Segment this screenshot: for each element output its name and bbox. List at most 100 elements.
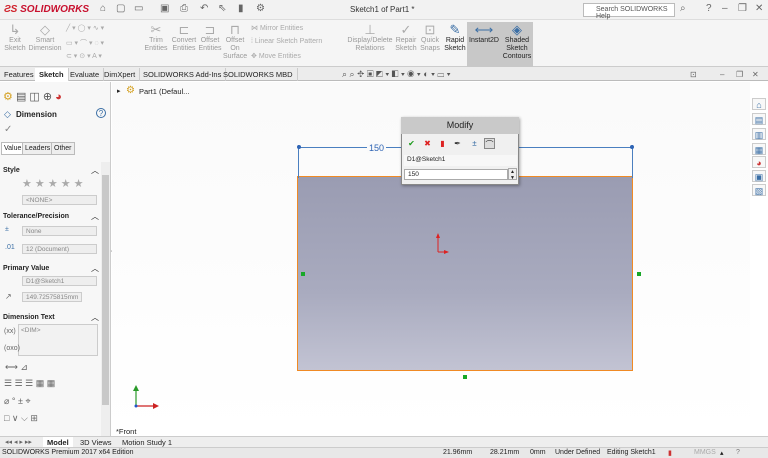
modify-value-input[interactable]: 150	[404, 169, 508, 180]
line-tool-icon[interactable]: ╱ ▾ ◯ ▾ ∿ ▾	[66, 24, 104, 32]
panel-scroll-thumb[interactable]	[102, 175, 109, 405]
solidworks-logo[interactable]: ƧS SOLIDWORKS	[4, 4, 89, 15]
instant2d-button[interactable]: ⟷ Instant2D	[467, 22, 501, 67]
taskpane-appearances-icon[interactable]: ◕	[752, 156, 766, 168]
tab-features[interactable]: Features	[0, 68, 39, 81]
subtab-value[interactable]: Value	[1, 142, 25, 155]
taskpane-home-icon[interactable]: ⌂	[752, 98, 766, 110]
tree-expand-icon[interactable]: ▸	[117, 87, 121, 95]
cancel-x-icon[interactable]: ✖	[422, 138, 433, 149]
rebuild-icon[interactable]: ▮	[238, 3, 244, 14]
home-icon[interactable]: ⌂	[100, 3, 106, 14]
taskpane-resources-icon[interactable]: ▤	[752, 113, 766, 125]
oxo-icon[interactable]: (oxo)	[4, 345, 20, 352]
rebuild-status-icon[interactable]: ▮	[668, 449, 672, 457]
smart-dimension-icon: ◇	[40, 22, 50, 37]
midpoint-handle-right[interactable]	[637, 272, 641, 276]
rectangle-tool-icon[interactable]: ▭ ▾ ⌒ ▾ ◌ ▾	[66, 38, 104, 48]
tab-dimxpert[interactable]: DimXpert	[100, 68, 141, 81]
offset-entities-button[interactable]: ⊐ Offset Entities	[198, 22, 222, 53]
save-icon[interactable]: ▣	[160, 3, 169, 14]
units-dropdown-icon[interactable]: ▴	[720, 449, 724, 457]
tab-evaluate[interactable]: Evaluate	[66, 68, 105, 81]
subtab-other[interactable]: Other	[51, 142, 75, 155]
dimension-text-area[interactable]: <DIM>	[18, 324, 98, 356]
xx-icon[interactable]: (xx)	[4, 328, 16, 335]
taskpane-library-icon[interactable]: ▥	[752, 128, 766, 140]
select-icon[interactable]: ⇖	[218, 3, 226, 14]
more-symbol-icons[interactable]: □ ∨ ⌵ ⊞	[4, 413, 38, 424]
exit-sketch-button[interactable]: ↳ Exit Sketch	[3, 22, 27, 53]
slot-tool-icon[interactable]: ⊂ ▾ ⊙ ▾ A ▾	[66, 52, 102, 60]
collapse-chevron-icon[interactable]: ︿	[91, 165, 99, 176]
taskpane-forum-icon[interactable]: ▧	[752, 184, 766, 196]
reset-spin-icon[interactable]: ✒	[452, 138, 463, 149]
primary-value-field[interactable]: 149.72575815mm	[22, 292, 82, 302]
feature-manager-tabs[interactable]: ⚙ ▤ ◫ ⊕ ◕	[3, 90, 62, 103]
style-dropdown[interactable]: <NONE>	[22, 195, 97, 205]
tree-root-part[interactable]: Part1 (Defaul...	[139, 87, 189, 96]
panel-expand-icon[interactable]: ⊡	[690, 70, 697, 79]
doc-close-icon[interactable]: ✕	[752, 70, 759, 79]
tolerance-collapse-icon[interactable]: ︿	[91, 211, 99, 222]
doc-restore-icon[interactable]: ❐	[736, 70, 743, 79]
ok-check-icon[interactable]: ✔	[406, 138, 417, 149]
leader-arrow-icons[interactable]: ⟷ ⊿	[5, 362, 28, 373]
rebuild-traffic-light-icon[interactable]: ▮	[437, 138, 448, 149]
mirror-entities-button[interactable]: ⋈ Mirror Entities	[251, 24, 303, 32]
ok-check-icon[interactable]: ✓	[4, 124, 12, 135]
restore-icon[interactable]: ❐	[738, 3, 747, 14]
move-entities-button[interactable]: ✥ Move Entities	[251, 52, 301, 60]
dimension-arrow-left[interactable]	[297, 145, 301, 149]
search-options-icon[interactable]: ⌕	[680, 3, 686, 14]
view-toolbar[interactable]: ⌕ ⌕ ✥ ▣ ◩ ▾ ◧ ▾ ◉ ▾ ◐ ▾ ▭ ▾	[342, 69, 451, 80]
rapid-sketch-button[interactable]: ✎ Rapid Sketch	[443, 22, 467, 53]
minimize-icon[interactable]: –	[722, 3, 728, 14]
help-icon[interactable]: ?	[96, 108, 106, 118]
smart-dimension-button[interactable]: ◇ Smart Dimension	[28, 22, 62, 53]
value-spinner[interactable]: ▲ ▼	[508, 168, 517, 181]
options-gear-icon[interactable]: ⚙	[256, 3, 265, 14]
linear-pattern-button[interactable]: ⁞ Linear Sketch Pattern	[251, 38, 322, 45]
precision-dropdown[interactable]: 12 (Document)	[22, 244, 97, 254]
tab-addins[interactable]: SOLIDWORKS Add-Ins	[139, 68, 227, 81]
undo-icon[interactable]: ↶	[200, 3, 208, 14]
tab-sketch[interactable]: Sketch	[35, 68, 69, 81]
display-delete-relations-button[interactable]: ⊥ Display/Delete Relations	[345, 22, 395, 53]
print-icon[interactable]: ⎙	[180, 3, 188, 14]
trim-entities-button[interactable]: ✂ Trim Entities	[143, 22, 169, 53]
tab-mbd[interactable]: SOLIDWORKS MBD	[219, 68, 298, 81]
taskpane-properties-icon[interactable]: ▣	[752, 170, 766, 182]
midpoint-handle-left[interactable]	[301, 272, 305, 276]
taskpane-explorer-icon[interactable]: ▦	[752, 143, 766, 155]
shaded-sketch-contours-button[interactable]: ◈ Shaded Sketch Contours	[501, 22, 533, 67]
tolerance-type-dropdown[interactable]: None	[22, 226, 97, 236]
offset-on-surface-button[interactable]: ⊓ Offset On Surface	[223, 22, 247, 61]
tab-scroll-arrows-icon[interactable]: ◂◂ ◂ ▸ ▸▸	[1, 437, 36, 447]
primary-name-field[interactable]: D1@Sketch1	[22, 276, 97, 286]
symbol-icons[interactable]: ⌀ ° ± ⌖	[4, 396, 31, 407]
search-help-input[interactable]: Search SOLIDWORKS Help	[583, 3, 675, 20]
doc-minimize-icon[interactable]: –	[720, 70, 724, 79]
subtab-leaders[interactable]: Leaders	[22, 142, 54, 155]
quick-snaps-button[interactable]: ⊡ Quick Snaps	[419, 22, 441, 53]
dimension-arrow-right[interactable]	[630, 145, 634, 149]
mark-for-drawing-icon[interactable]: ±	[469, 138, 480, 149]
status-units[interactable]: MMGS	[694, 449, 716, 456]
justify-align-icons[interactable]: ☰ ☰ ☰ ▦ ▦	[4, 378, 55, 389]
style-favorites-icons[interactable]: ★ ★ ★ ★ ★	[22, 177, 84, 190]
convert-entities-button[interactable]: ⊏ Convert Entities	[170, 22, 198, 53]
status-options-icon[interactable]: ?	[736, 449, 740, 456]
open-folder-icon[interactable]: ▭	[134, 3, 143, 14]
reverse-dimension-icon[interactable]: ⌒	[484, 138, 495, 149]
trim-icon: ✂	[150, 22, 162, 37]
sketch-rectangle[interactable]	[297, 176, 633, 371]
repair-sketch-button[interactable]: ✓ Repair Sketch	[395, 22, 417, 53]
midpoint-handle-bottom[interactable]	[463, 375, 467, 379]
dimension-value-text[interactable]: 150	[367, 143, 387, 153]
dimtext-collapse-icon[interactable]: ︿	[91, 312, 99, 323]
primary-collapse-icon[interactable]: ︿	[91, 263, 99, 274]
close-icon[interactable]: ✕	[755, 3, 763, 14]
new-file-icon[interactable]: ▢	[116, 3, 125, 14]
help-icon[interactable]: ?	[706, 3, 712, 14]
